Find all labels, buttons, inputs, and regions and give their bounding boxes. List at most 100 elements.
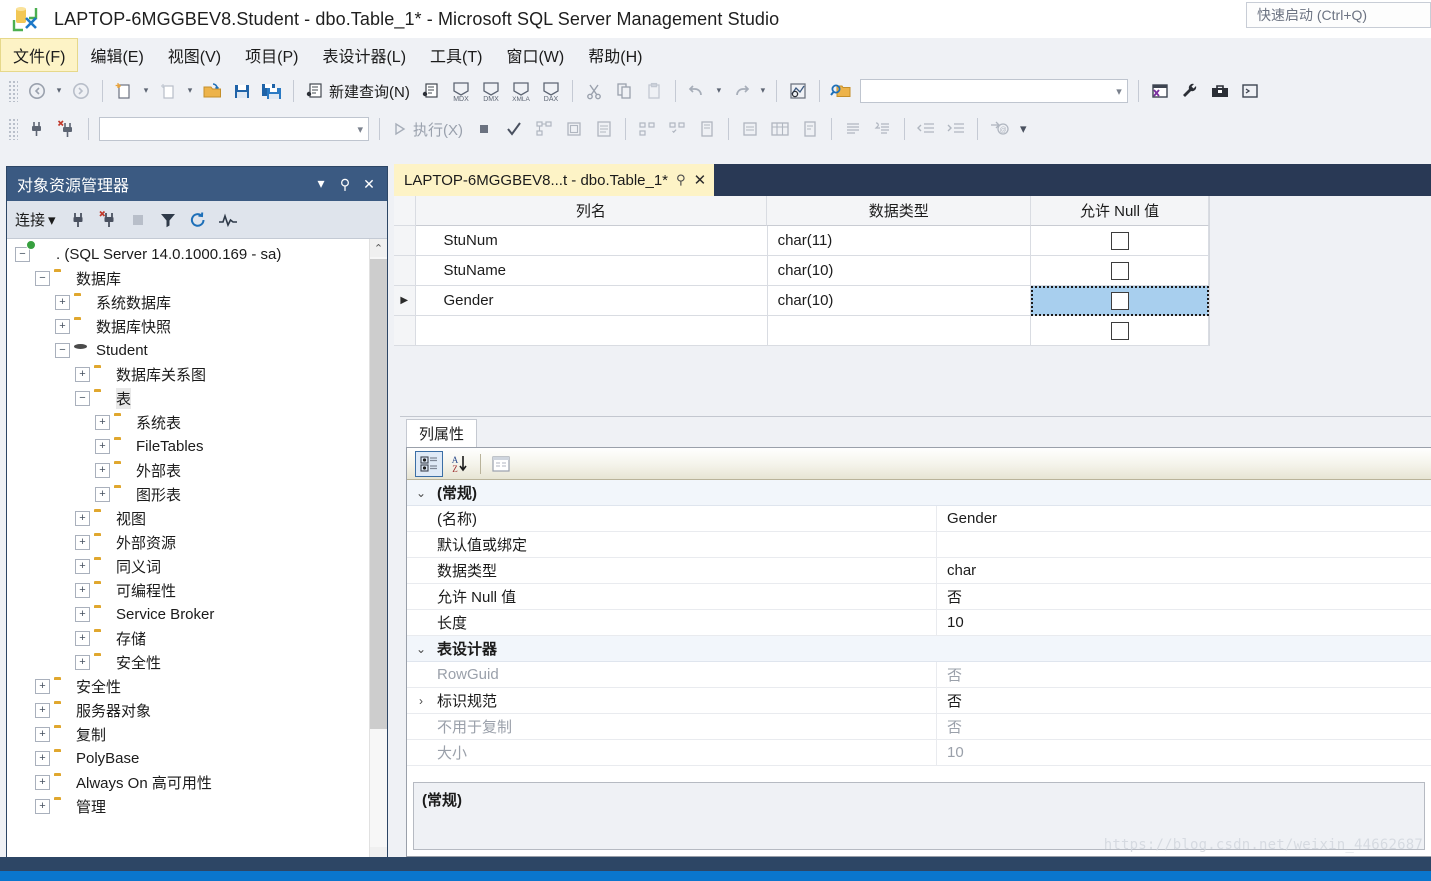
comment-icon[interactable]	[838, 115, 868, 143]
stop-icon[interactable]	[469, 115, 499, 143]
undo-dropdown-icon[interactable]: ▾	[712, 86, 726, 96]
property-category-row[interactable]: ⌄ 表设计器	[407, 636, 1431, 662]
expand-plus-icon[interactable]: +	[35, 798, 50, 814]
tree-node[interactable]: + FileTables	[7, 434, 387, 458]
pin-icon[interactable]: ⚲	[676, 172, 686, 188]
property-row[interactable]: › 标识规范否	[407, 688, 1431, 714]
object-explorer-scrollbar[interactable]: ⌃ ⌄	[369, 239, 387, 865]
tree-node[interactable]: + 复制	[7, 722, 387, 746]
property-value[interactable]: Gender	[937, 506, 1431, 532]
chevron-down-icon[interactable]: ▾	[357, 123, 363, 136]
tree-node[interactable]: + 系统表	[7, 410, 387, 434]
expand-plus-icon[interactable]: +	[75, 558, 90, 574]
expand-plus-icon[interactable]: +	[35, 726, 50, 742]
redo-icon[interactable]	[726, 77, 756, 105]
table-row[interactable]: StuNum char(11)	[394, 226, 1209, 256]
document-tab-table1[interactable]: LAPTOP-6MGGBEV8...t - dbo.Table_1* ⚲ ✕	[394, 164, 715, 196]
new-item-icon[interactable]	[153, 77, 183, 105]
menu-view[interactable]: 视图(V)	[156, 38, 233, 72]
property-row[interactable]: 长度 10	[407, 610, 1431, 636]
show-grid-results-icon[interactable]	[765, 115, 795, 143]
find-search-input[interactable]: ▾	[859, 79, 1128, 103]
toggle-window-icon[interactable]	[1145, 77, 1175, 105]
new-query-button[interactable]: 新建查询(N)	[300, 81, 416, 102]
results-to-grid-icon[interactable]	[662, 115, 692, 143]
close-icon[interactable]: ✕	[357, 176, 381, 193]
current-row-indicator-icon[interactable]: ▶	[394, 286, 416, 316]
disconnect-icon[interactable]	[52, 115, 82, 143]
tab-column-properties[interactable]: 列属性	[406, 419, 478, 447]
cell-allow-nulls[interactable]	[1031, 256, 1209, 286]
property-row[interactable]: 大小 10	[407, 740, 1431, 766]
tree-node[interactable]: + 系统数据库	[7, 290, 387, 314]
expand-plus-icon[interactable]: +	[75, 654, 90, 670]
tree-node[interactable]: − 数据库	[7, 266, 387, 290]
tree-node[interactable]: + 存储	[7, 626, 387, 650]
expand-plus-icon[interactable]: +	[75, 630, 90, 646]
cell-allow-nulls[interactable]	[1031, 316, 1209, 346]
navigate-forward-icon[interactable]	[66, 77, 96, 105]
cut-icon[interactable]	[579, 77, 609, 105]
categorized-view-icon[interactable]	[415, 450, 443, 477]
query-options-icon[interactable]	[559, 115, 589, 143]
include-actual-plan-icon[interactable]	[589, 115, 619, 143]
cell-allow-nulls[interactable]	[1031, 286, 1209, 316]
expand-plus-icon[interactable]: +	[75, 606, 90, 622]
cell-column-name[interactable]: Gender	[415, 286, 768, 316]
cell-column-name[interactable]	[415, 316, 768, 346]
table-designer-grid[interactable]: 列名 数据类型 允许 Null 值 StuNum char(11) StuName c…	[394, 196, 1210, 346]
property-value[interactable]: 10	[937, 610, 1431, 636]
copy-icon[interactable]	[609, 77, 639, 105]
chevron-down-icon[interactable]: ▾	[309, 176, 333, 192]
find-in-files-icon[interactable]	[826, 77, 856, 105]
property-value[interactable]	[937, 636, 1431, 662]
database-selector-combo[interactable]: ▾	[99, 117, 369, 141]
menu-edit[interactable]: 编辑(E)	[78, 38, 155, 72]
expand-plus-icon[interactable]: +	[95, 414, 110, 430]
uncomment-icon[interactable]	[868, 115, 898, 143]
menu-help[interactable]: 帮助(H)	[576, 38, 654, 72]
tree-node[interactable]: + Always On 高可用性	[7, 770, 387, 794]
menu-project[interactable]: 项目(P)	[233, 38, 310, 72]
save-all-icon[interactable]	[257, 77, 287, 105]
tree-node[interactable]: + 外部表	[7, 458, 387, 482]
stop-icon[interactable]	[124, 207, 152, 233]
expand-plus-icon[interactable]: +	[35, 750, 50, 766]
object-explorer-tree[interactable]: −. (SQL Server 14.0.1000.169 - sa) − 数据库 + 系…	[7, 239, 387, 865]
results-to-file-icon[interactable]	[692, 115, 722, 143]
cell-column-name[interactable]: StuNum	[415, 226, 768, 256]
collapse-minus-icon[interactable]: −	[35, 270, 50, 286]
quick-launch-box[interactable]: 快速启动 (Ctrl+Q)	[1246, 2, 1431, 28]
command-window-icon[interactable]	[1235, 77, 1265, 105]
collapse-minus-icon[interactable]: −	[75, 390, 90, 406]
activity-monitor-icon[interactable]	[214, 207, 242, 233]
table-row[interactable]: StuName char(10)	[394, 256, 1209, 286]
paste-icon[interactable]	[639, 77, 669, 105]
allow-nulls-checkbox[interactable]	[1110, 231, 1129, 250]
expand-plus-icon[interactable]: +	[95, 462, 110, 478]
table-row[interactable]	[394, 316, 1209, 346]
toolbar-grip[interactable]	[8, 80, 18, 102]
property-value[interactable]: 否	[937, 584, 1431, 610]
open-folder-icon[interactable]	[197, 77, 227, 105]
toolbox-icon[interactable]	[1205, 77, 1235, 105]
tree-node[interactable]: + 安全性	[7, 650, 387, 674]
expand-plus-icon[interactable]: +	[95, 438, 110, 454]
connect-dropdown-button[interactable]: 连接 ▾	[15, 209, 62, 230]
chevron-down-icon[interactable]: ⌄	[407, 480, 435, 506]
menu-tools[interactable]: 工具(T)	[418, 38, 494, 72]
new-project-dropdown-icon[interactable]: ▾	[139, 86, 153, 96]
property-grid[interactable]: ⌄ (常规) (名称) Gender 默认值或绑定 数据类型 char 允许 Null 值否长…	[407, 480, 1431, 776]
new-project-icon[interactable]	[109, 77, 139, 105]
mdx-query-icon[interactable]: MDX	[446, 77, 476, 105]
tree-node[interactable]: − Student	[7, 338, 387, 362]
expand-plus-icon[interactable]: +	[75, 366, 90, 382]
cell-data-type[interactable]: char(11)	[767, 226, 1032, 256]
cell-allow-nulls[interactable]	[1031, 226, 1209, 256]
tree-node[interactable]: + 服务器对象	[7, 698, 387, 722]
property-row[interactable]: (名称) Gender	[407, 506, 1431, 532]
tree-node[interactable]: + 管理	[7, 794, 387, 818]
dmx-query-icon[interactable]: DMX	[476, 77, 506, 105]
filter-icon[interactable]	[154, 207, 182, 233]
expand-plus-icon[interactable]: +	[35, 702, 50, 718]
